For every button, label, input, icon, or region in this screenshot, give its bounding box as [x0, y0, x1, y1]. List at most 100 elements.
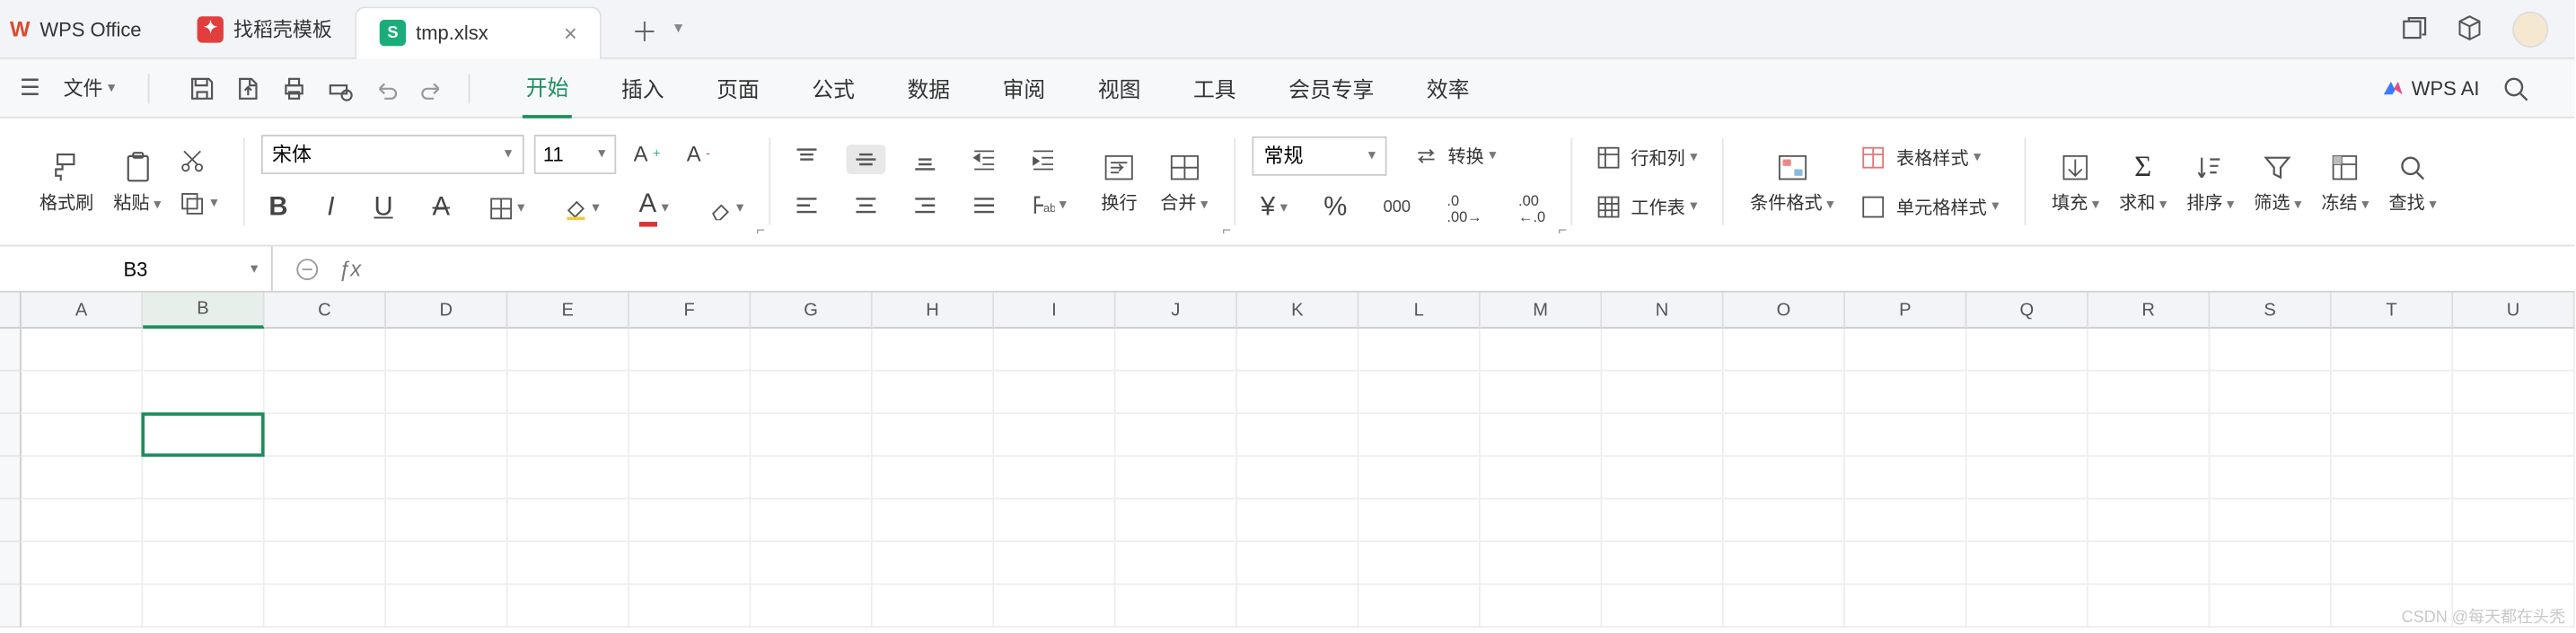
cell[interactable] — [751, 542, 872, 585]
align-middle-button[interactable] — [846, 144, 885, 173]
cell[interactable] — [751, 585, 872, 628]
column-header[interactable]: B — [143, 293, 264, 329]
decrease-font-button[interactable]: A- — [679, 138, 719, 170]
cell[interactable] — [629, 414, 751, 457]
cell[interactable] — [2453, 414, 2574, 457]
cell[interactable] — [2088, 542, 2210, 585]
cell[interactable] — [1481, 585, 1602, 628]
cell[interactable] — [1602, 457, 1723, 500]
column-header[interactable]: G — [751, 293, 872, 329]
fill-button[interactable]: 填充 ▾ — [2042, 145, 2109, 218]
cell[interactable] — [994, 457, 1115, 500]
window-restore-icon[interactable] — [2401, 14, 2431, 44]
cell[interactable] — [507, 372, 629, 415]
column-header[interactable]: S — [2210, 293, 2331, 329]
cell[interactable] — [994, 585, 1115, 628]
cell[interactable] — [2332, 457, 2453, 500]
cell[interactable] — [1967, 372, 2088, 415]
cell[interactable] — [751, 499, 872, 542]
cell[interactable] — [2210, 542, 2331, 585]
strikethrough-button[interactable]: A — [424, 189, 458, 225]
cell[interactable] — [1967, 414, 2088, 457]
column-header[interactable]: H — [873, 293, 994, 329]
chevron-down-icon[interactable]: ▾ — [674, 20, 682, 38]
cell[interactable] — [1845, 585, 1966, 628]
cell[interactable] — [1602, 414, 1723, 457]
row-header[interactable] — [0, 499, 22, 542]
cell[interactable] — [2453, 372, 2574, 415]
cell[interactable] — [143, 329, 264, 372]
ribbon-tab-member[interactable]: 会员专享 — [1285, 59, 1377, 117]
column-header[interactable]: U — [2453, 293, 2574, 329]
cell[interactable] — [1845, 457, 1966, 500]
cell[interactable] — [507, 329, 629, 372]
tab-file-active[interactable]: S tmp.xlsx × — [355, 5, 602, 58]
italic-button[interactable]: I — [319, 189, 342, 225]
cell[interactable] — [1237, 457, 1358, 500]
cell[interactable] — [2088, 585, 2210, 628]
column-header[interactable]: K — [1237, 293, 1358, 329]
row-header[interactable] — [0, 542, 22, 585]
cell[interactable] — [143, 372, 264, 415]
cell[interactable] — [1602, 542, 1723, 585]
cancel-formula-icon[interactable] — [295, 257, 319, 280]
file-menu[interactable]: 文件▾ — [54, 74, 126, 101]
cell[interactable] — [1724, 542, 1845, 585]
cell[interactable] — [386, 329, 507, 372]
cell[interactable] — [143, 414, 264, 457]
sum-button[interactable]: Σ 求和 ▾ — [2109, 145, 2176, 218]
cell[interactable] — [386, 414, 507, 457]
ribbon-tab-data[interactable]: 数据 — [904, 59, 954, 117]
wrap-text-button[interactable]: 换行 — [1088, 145, 1151, 218]
ribbon-tab-formula[interactable]: 公式 — [809, 59, 858, 117]
name-box[interactable]: B3 ▾ — [0, 247, 273, 291]
find-button[interactable]: 查找 ▾ — [2378, 145, 2446, 218]
bold-button[interactable]: B — [260, 189, 295, 225]
cell[interactable] — [2332, 372, 2453, 415]
ribbon-tab-tools[interactable]: 工具 — [1190, 59, 1239, 117]
cell[interactable] — [751, 414, 872, 457]
cell[interactable] — [994, 499, 1115, 542]
column-header[interactable]: T — [2332, 293, 2453, 329]
cell[interactable] — [994, 542, 1115, 585]
cell[interactable] — [873, 329, 994, 372]
cell[interactable] — [629, 457, 751, 500]
column-header[interactable]: M — [1481, 293, 1602, 329]
cond-format-button[interactable]: 条件格式 ▾ — [1740, 145, 1843, 218]
cell[interactable] — [143, 457, 264, 500]
cell[interactable] — [2210, 372, 2331, 415]
cell[interactable] — [386, 542, 507, 585]
cell[interactable] — [507, 542, 629, 585]
cell[interactable] — [1481, 457, 1602, 500]
cell[interactable] — [1724, 414, 1845, 457]
filter-button[interactable]: 筛选 ▾ — [2244, 145, 2311, 218]
select-all-corner[interactable] — [0, 293, 22, 329]
ribbon-tab-insert[interactable]: 插入 — [618, 59, 667, 117]
cell[interactable] — [22, 414, 143, 457]
cell[interactable] — [507, 414, 629, 457]
cell[interactable] — [1358, 329, 1480, 372]
cell[interactable] — [1602, 372, 1723, 415]
cell[interactable] — [2088, 457, 2210, 500]
save-icon[interactable] — [189, 75, 215, 101]
cell[interactable] — [1237, 542, 1358, 585]
cell[interactable] — [1602, 499, 1723, 542]
cell[interactable] — [2453, 542, 2574, 585]
cell[interactable] — [1724, 457, 1845, 500]
worksheet-button[interactable]: 工作表▾ — [1588, 189, 1706, 223]
cell[interactable] — [386, 585, 507, 628]
cell[interactable] — [22, 457, 143, 500]
cube-icon[interactable] — [2457, 14, 2486, 44]
cell[interactable] — [1845, 329, 1966, 372]
percent-button[interactable]: % — [1315, 189, 1355, 225]
cell[interactable] — [873, 499, 994, 542]
cell[interactable] — [994, 372, 1115, 415]
cell[interactable] — [2332, 542, 2453, 585]
column-header[interactable]: R — [2088, 293, 2210, 329]
row-header[interactable] — [0, 329, 22, 372]
cell[interactable] — [2210, 499, 2331, 542]
cell[interactable] — [1116, 542, 1237, 585]
fill-color-button[interactable]: ▾ — [556, 193, 608, 223]
cell[interactable] — [873, 457, 994, 500]
clear-format-button[interactable]: ▾ — [700, 193, 752, 223]
